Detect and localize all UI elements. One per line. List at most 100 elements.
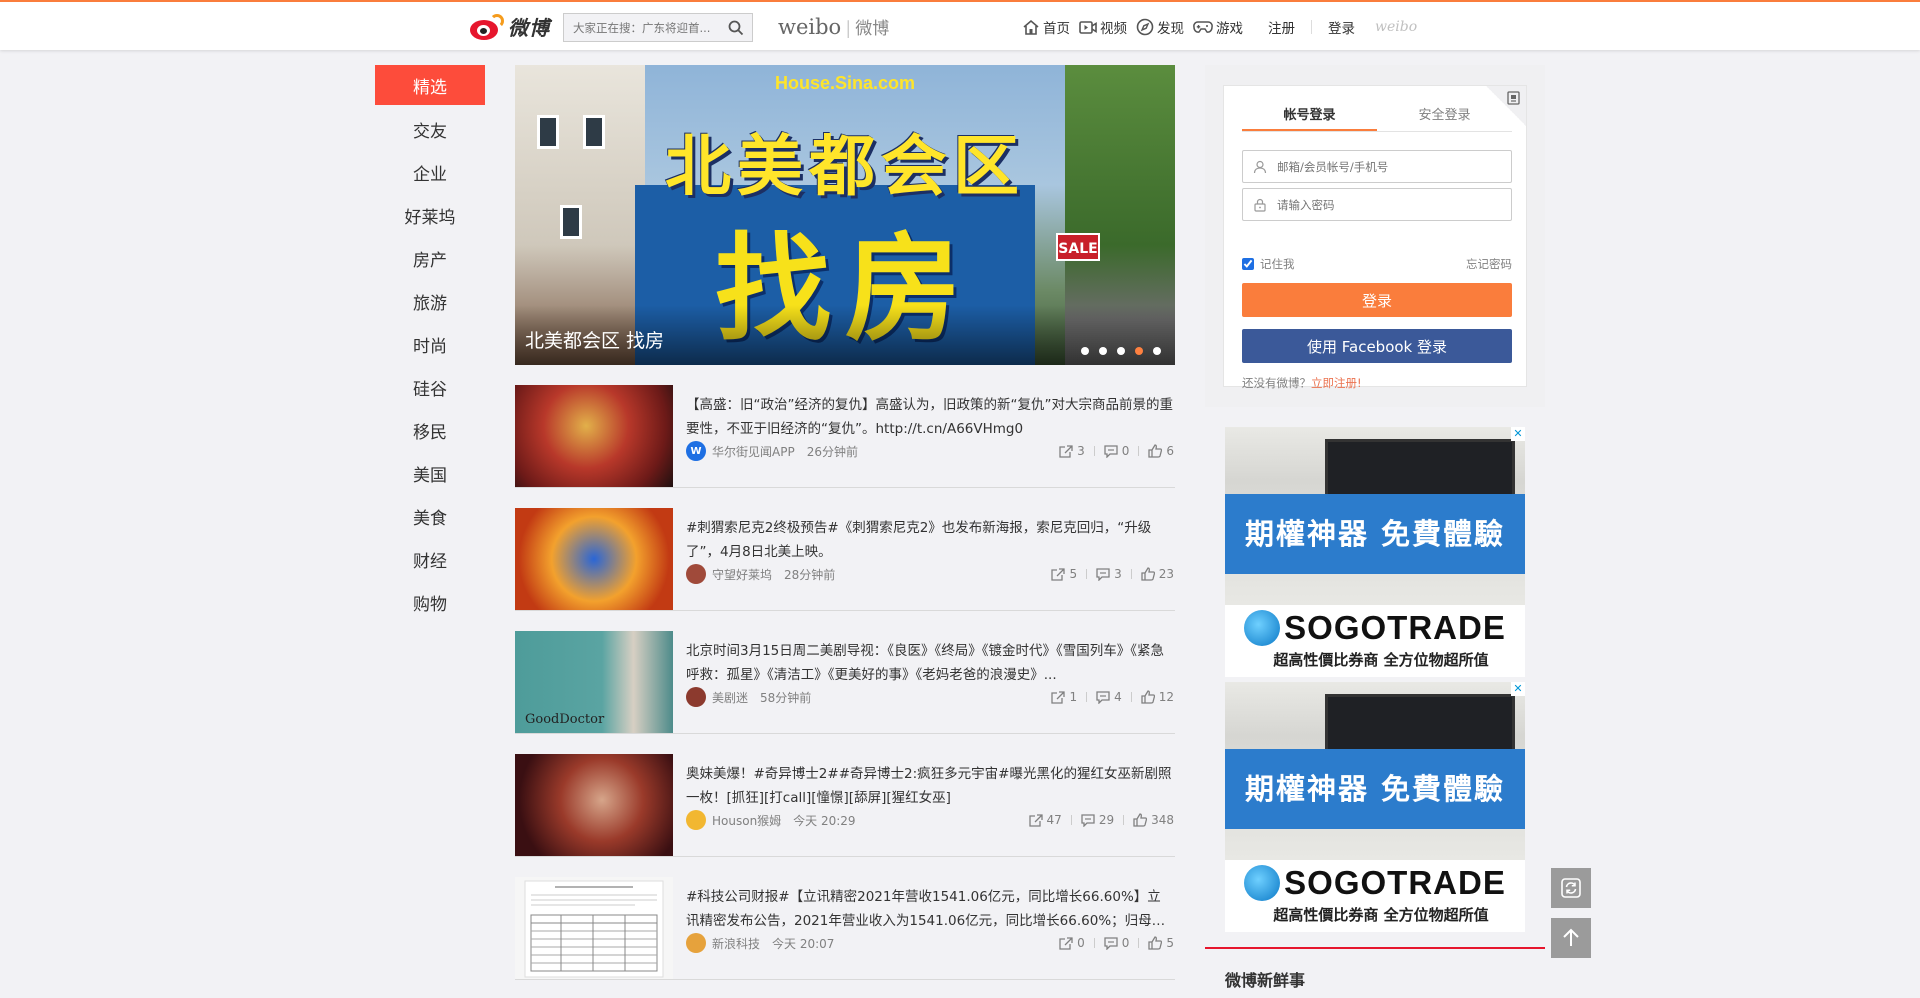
like-button[interactable]: 5 — [1148, 936, 1174, 950]
comment-button[interactable]: 3 — [1096, 567, 1122, 581]
feed-item[interactable]: #科技公司财报#【立讯精密2021年营收1541.06亿元，同比增长66.60%… — [515, 857, 1175, 980]
feed-thumbnail[interactable] — [515, 754, 673, 856]
carousel-dot[interactable] — [1081, 347, 1089, 355]
avatar[interactable] — [686, 933, 706, 953]
like-button[interactable]: 348 — [1133, 813, 1174, 827]
register-link[interactable]: 注册 — [1268, 17, 1295, 37]
ad-close-icon[interactable]: ✕ — [1511, 427, 1525, 441]
category-dating[interactable]: 交友 — [375, 108, 485, 151]
document-thumbnail — [524, 880, 664, 978]
login-link[interactable]: 登录 — [1328, 17, 1355, 37]
feed-text[interactable]: 奥妹美爆！#奇异博士2##奇异博士2:疯狂多元宇宙#曝光黑化的猩红女巫新剧照一枚… — [686, 762, 1174, 810]
like-button[interactable]: 12 — [1141, 690, 1174, 704]
feed-text[interactable]: 北京时间3月15日周二美剧导视：《良医》《终局》《镀金时代》《雪国列车》《紧急呼… — [686, 639, 1174, 687]
feed-time: 28分钟前 — [784, 567, 836, 582]
repost-button[interactable]: 0 — [1059, 936, 1085, 950]
remember-row: 记住我 忘记密码 — [1242, 256, 1512, 272]
avatar[interactable] — [686, 810, 706, 830]
register-now-link[interactable]: 立即注册! — [1311, 376, 1362, 390]
carousel-dot[interactable] — [1099, 347, 1107, 355]
category-food[interactable]: 美食 — [375, 495, 485, 538]
category-silicon-valley[interactable]: 硅谷 — [375, 366, 485, 409]
category-travel[interactable]: 旅游 — [375, 280, 485, 323]
hero-caption[interactable]: 北美都会区 找房 — [525, 326, 664, 353]
repost-button[interactable]: 5 — [1051, 567, 1077, 581]
category-fashion[interactable]: 时尚 — [375, 323, 485, 366]
repost-button[interactable]: 47 — [1028, 813, 1062, 827]
video-icon — [1079, 20, 1097, 34]
search-icon[interactable] — [728, 20, 744, 36]
search-input[interactable] — [564, 14, 724, 41]
feed-thumbnail[interactable] — [515, 877, 673, 979]
repost-button[interactable]: 3 — [1059, 444, 1085, 458]
category-finance[interactable]: 财经 — [375, 538, 485, 581]
forgot-password-link[interactable]: 忘记密码 — [1466, 256, 1512, 272]
arrow-up-icon — [1563, 928, 1579, 946]
category-featured[interactable]: 精选 — [375, 65, 485, 105]
feed-thumbnail[interactable]: GoodDoctor — [515, 631, 673, 733]
carousel-dot[interactable] — [1117, 347, 1125, 355]
feed-text[interactable]: 【高盛：旧“政治”经济的复仇】高盛认为，旧政策的新“复仇”对大宗商品前景的重要性… — [686, 393, 1174, 441]
feed-source[interactable]: Houson猴姆 — [712, 812, 781, 829]
nav-game[interactable]: 游戏 — [1193, 17, 1243, 37]
comment-button[interactable]: 4 — [1096, 690, 1122, 704]
feed-source[interactable]: 美剧迷 — [712, 689, 748, 706]
brand-en: weibo — [778, 15, 842, 39]
feed-thumbnail[interactable] — [515, 508, 673, 610]
feed-stats: 5 3 23 — [1051, 564, 1174, 584]
nav-video[interactable]: 视频 — [1079, 17, 1127, 37]
like-button[interactable]: 23 — [1141, 567, 1174, 581]
feed-source[interactable]: 华尔街见闻APP — [712, 443, 795, 460]
username-input[interactable] — [1277, 151, 1507, 182]
hero-carousel[interactable]: House.Sina.com 北美都会区 找房 SALE 北美都会区 找房 — [515, 65, 1175, 365]
repost-icon — [1059, 444, 1073, 458]
feed-item[interactable]: #刺猬索尼克2终极预告#《刺猬索尼克2》也发布新海报，索尼克回归，“升级了”，4… — [515, 488, 1175, 611]
category-usa[interactable]: 美国 — [375, 452, 485, 495]
feed-item[interactable]: 奥妹美爆！#奇异博士2##奇异博士2:疯狂多元宇宙#曝光黑化的猩红女巫新剧照一枚… — [515, 734, 1175, 857]
feed-stats: 47 29 348 — [1028, 810, 1174, 830]
category-immigration[interactable]: 移民 — [375, 409, 485, 452]
feed-source[interactable]: 守望好莱坞 — [712, 566, 772, 583]
feed-text[interactable]: #刺猬索尼克2终极预告#《刺猬索尼克2》也发布新海报，索尼克回归，“升级了”，4… — [686, 516, 1174, 564]
nav-game-label: 游戏 — [1216, 21, 1243, 37]
weibo-eye-icon — [470, 13, 504, 40]
remember-label[interactable]: 记住我 — [1260, 256, 1295, 272]
repost-button[interactable]: 1 — [1051, 690, 1077, 704]
ad-banner[interactable]: 期權神器 免費體驗 ✕ SOGOTRADE 超高性價比券商 全方位物超所值 — [1225, 427, 1525, 677]
ad-close-icon[interactable]: ✕ — [1511, 682, 1525, 696]
remember-checkbox[interactable] — [1242, 258, 1254, 270]
category-hollywood[interactable]: 好莱坞 — [375, 194, 485, 237]
back-to-top-button[interactable] — [1551, 918, 1591, 958]
avatar[interactable]: W — [686, 441, 706, 461]
ad-banner[interactable]: 期權神器 免費體驗 ✕ SOGOTRADE 超高性價比券商 全方位物超所值 — [1225, 682, 1525, 932]
password-input[interactable] — [1277, 189, 1507, 220]
feed-stats: 1 4 12 — [1051, 687, 1174, 707]
comment-button[interactable]: 0 — [1104, 444, 1129, 458]
category-shopping[interactable]: 购物 — [375, 581, 485, 624]
carousel-dot-active[interactable] — [1135, 347, 1143, 355]
weibo-brand[interactable]: weibo | 微博 — [778, 14, 889, 39]
ad-tagline: 超高性價比券商 全方位物超所值 — [1273, 651, 1489, 669]
tab-account-login[interactable]: 帐号登录 — [1242, 102, 1377, 131]
feed-item[interactable]: GoodDoctor 北京时间3月15日周二美剧导视：《良医》《终局》《镀金时代… — [515, 611, 1175, 734]
nav-home[interactable]: 首页 — [1022, 17, 1070, 37]
comment-button[interactable]: 0 — [1104, 936, 1129, 950]
login-button[interactable]: 登录 — [1242, 283, 1512, 317]
refresh-button[interactable] — [1551, 868, 1591, 908]
nav-discover[interactable]: 发现 — [1136, 17, 1184, 37]
feed-source[interactable]: 新浪科技 — [712, 935, 760, 952]
carousel-dot[interactable] — [1153, 347, 1161, 355]
avatar[interactable] — [686, 564, 706, 584]
comment-icon — [1096, 690, 1110, 704]
weibo-logo[interactable]: 微博 — [470, 12, 550, 41]
category-real-estate[interactable]: 房产 — [375, 237, 485, 280]
feed-thumbnail[interactable] — [515, 385, 673, 487]
feed-text[interactable]: #科技公司财报#【立讯精密2021年营收1541.06亿元，同比增长66.60%… — [686, 885, 1174, 933]
category-enterprise[interactable]: 企业 — [375, 151, 485, 194]
avatar[interactable] — [686, 687, 706, 707]
feed-item[interactable]: 【高盛：旧“政治”经济的复仇】高盛认为，旧政策的新“复仇”对大宗商品前景的重要性… — [515, 365, 1175, 488]
tab-secure-login[interactable]: 安全登录 — [1377, 102, 1512, 131]
like-button[interactable]: 6 — [1148, 444, 1174, 458]
comment-button[interactable]: 29 — [1081, 813, 1114, 827]
facebook-login-button[interactable]: 使用 Facebook 登录 — [1242, 329, 1512, 363]
